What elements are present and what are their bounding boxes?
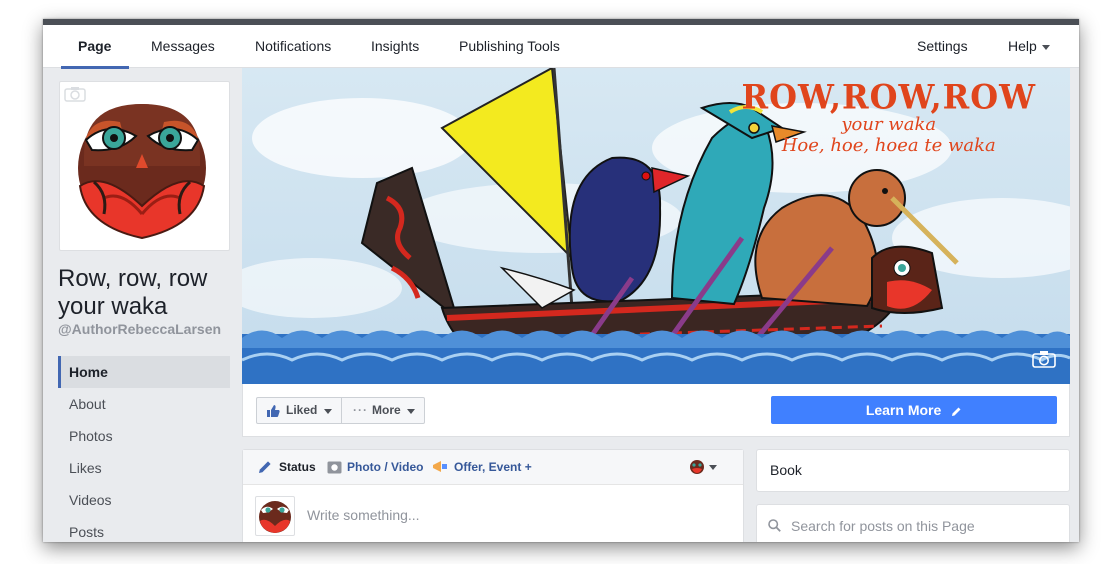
- left-nav-videos[interactable]: Videos: [58, 484, 230, 516]
- cover-title: ROW,ROW,ROW your waka Hoe, hoe, hoea te …: [741, 77, 1036, 158]
- more-button[interactable]: ··· More: [341, 397, 425, 424]
- page-username[interactable]: @AuthorRebeccaLarsen: [58, 321, 221, 337]
- thumbs-up-icon: [267, 405, 280, 417]
- page-title: Row, row, row your waka: [58, 265, 208, 320]
- tab-publishing-tools[interactable]: Publishing Tools: [459, 25, 560, 68]
- cover-title-line1: ROW,ROW,ROW: [741, 77, 1036, 117]
- profile-picture[interactable]: [59, 81, 230, 251]
- pencil-icon[interactable]: [951, 406, 962, 417]
- tab-settings[interactable]: Settings: [917, 25, 968, 68]
- avatar: [255, 496, 295, 536]
- learn-more-label: Learn More: [865, 402, 942, 418]
- left-navigation: Home About Photos Likes Videos Posts: [58, 356, 230, 542]
- search-input[interactable]: Search for posts on this Page: [791, 518, 975, 534]
- megaphone-icon: [433, 461, 447, 472]
- camera-icon[interactable]: [1032, 350, 1056, 368]
- ellipsis-icon: ···: [353, 403, 368, 417]
- pencil-icon: [259, 461, 271, 473]
- composer-tab-offer-event[interactable]: Offer, Event +: [454, 450, 532, 485]
- liked-label: Liked: [286, 403, 318, 417]
- tab-messages[interactable]: Messages: [151, 25, 215, 68]
- page-voice-selector[interactable]: [689, 459, 717, 480]
- tab-notifications[interactable]: Notifications: [255, 25, 331, 68]
- owl-avatar-image: [259, 501, 291, 533]
- cover-title-line2: your waka: [841, 114, 937, 135]
- search-icon: [768, 519, 781, 532]
- composer-tab-photo-video[interactable]: Photo / Video: [347, 450, 423, 485]
- chevron-down-icon: [407, 409, 415, 414]
- cover-title-line3: Hoe, hoe, hoea te waka: [781, 135, 996, 156]
- post-composer: Status Photo / Video Offer, Event + Writ…: [242, 449, 744, 542]
- left-nav-photos[interactable]: Photos: [58, 420, 230, 452]
- left-nav-home[interactable]: Home: [58, 356, 230, 388]
- camera-icon[interactable]: [64, 86, 86, 102]
- chevron-down-icon: [1041, 44, 1050, 50]
- left-nav-posts[interactable]: Posts: [58, 516, 230, 542]
- help-label: Help: [1008, 38, 1037, 54]
- owl-avatar-icon: [690, 460, 704, 474]
- camera-icon: [327, 461, 342, 474]
- page-action-bar: Liked ··· More Learn More: [242, 384, 1070, 437]
- page-post-search[interactable]: Search for posts on this Page: [756, 504, 1070, 542]
- owl-profile-image: [64, 86, 225, 247]
- chevron-down-icon: [324, 409, 332, 414]
- tab-insights[interactable]: Insights: [371, 25, 419, 68]
- page-category-book[interactable]: Book: [756, 449, 1070, 492]
- help-menu[interactable]: Help: [1008, 25, 1050, 68]
- composer-tab-status[interactable]: Status: [279, 450, 316, 485]
- composer-tabs: Status Photo / Video Offer, Event +: [243, 450, 743, 485]
- left-nav-about[interactable]: About: [58, 388, 230, 420]
- composer-input[interactable]: Write something...: [307, 507, 420, 523]
- more-label: More: [372, 403, 401, 417]
- cover-photo[interactable]: ROW,ROW,ROW your waka Hoe, hoe, hoea te …: [242, 68, 1070, 384]
- browser-window: Page Messages Notifications Insights Pub…: [43, 19, 1079, 542]
- liked-button[interactable]: Liked: [256, 397, 342, 424]
- left-nav-likes[interactable]: Likes: [58, 452, 230, 484]
- tab-page[interactable]: Page: [60, 25, 131, 69]
- learn-more-button[interactable]: Learn More: [771, 396, 1057, 424]
- chevron-down-icon: [709, 465, 717, 470]
- page-admin-navbar: Page Messages Notifications Insights Pub…: [43, 25, 1079, 69]
